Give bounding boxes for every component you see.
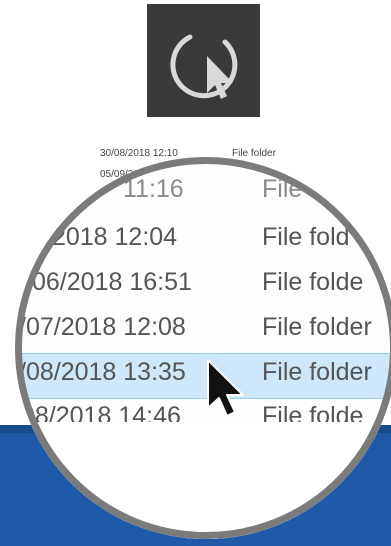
- refresh-cursor-icon: [170, 34, 238, 99]
- item-type: File folder: [232, 148, 276, 159]
- magnifier-ring: [15, 157, 391, 539]
- logo-tile: [147, 4, 260, 117]
- date-modified: 30/08/2018 12:10: [100, 148, 178, 159]
